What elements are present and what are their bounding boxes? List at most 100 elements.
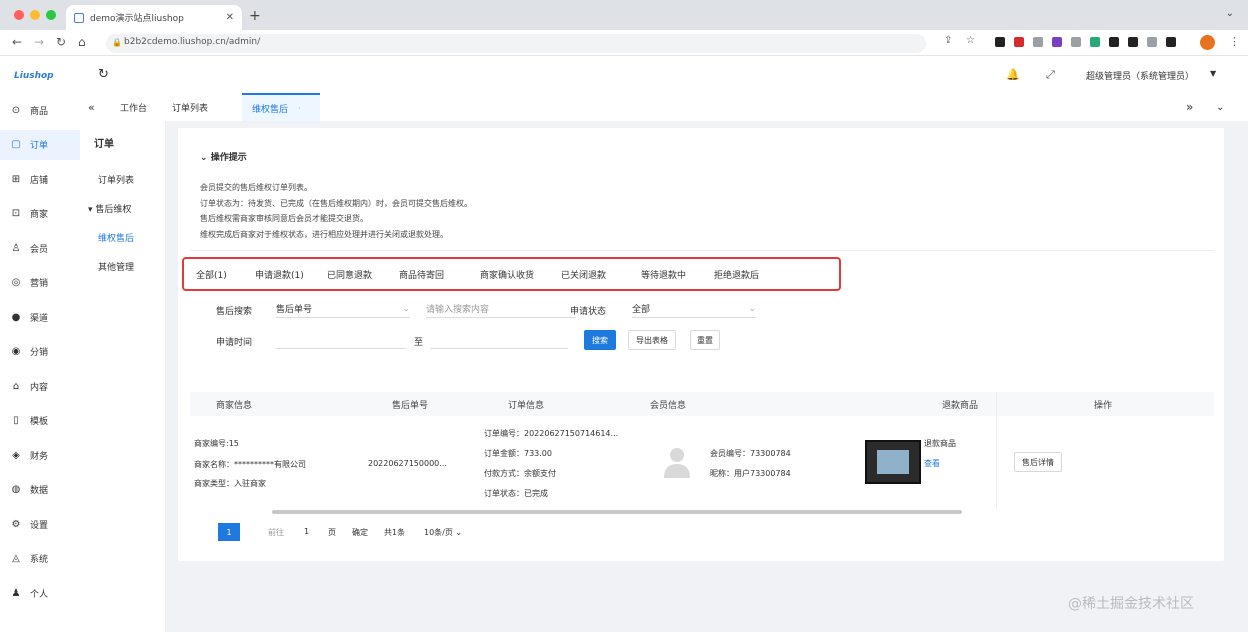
sidebar-item-merchant[interactable]: ⊡ 商家 — [0, 199, 80, 229]
search-type-select[interactable]: 售后单号 ⌄ — [276, 300, 410, 318]
sidebar-item-label: 商品 — [30, 106, 49, 117]
tab-workbench[interactable]: 工作台 — [120, 93, 147, 121]
status-select[interactable]: 全部 ⌄ — [632, 300, 756, 318]
status-label: 申请状态 — [570, 307, 607, 317]
user-menu[interactable]: 超级管理员（系统管理员） — [1086, 69, 1194, 82]
sidebar-item-order[interactable]: ▢ 订单 — [0, 129, 80, 160]
sidebar-item-content[interactable]: ⌂ 内容 — [0, 371, 80, 401]
search-type-value: 售后单号 — [276, 305, 313, 315]
tabs-menu-icon[interactable]: ⌄ — [1216, 93, 1224, 121]
tab-order-list[interactable]: 订单列表 — [172, 93, 208, 121]
person-icon: ♟ — [11, 587, 21, 599]
extension-icon[interactable] — [1147, 37, 1157, 47]
sidebar-item-marketing[interactable]: ◎ 营销 — [0, 268, 80, 298]
goods-view-link[interactable]: 查看 — [924, 458, 940, 469]
tab-search-icon[interactable]: ⌄ — [1226, 8, 1234, 19]
tab-after-sales[interactable]: 维权售后 · — [242, 93, 320, 121]
subnav-order-list[interactable]: 订单列表 — [98, 173, 134, 186]
profile-avatar[interactable] — [1200, 35, 1215, 50]
address-bar[interactable]: 🔒 b2b2cdemo.liushop.cn/admin/ — [106, 34, 926, 53]
goto-page-input[interactable]: 1 — [304, 527, 309, 536]
goods-name: 退款商品 — [924, 439, 956, 448]
sidebar-item-label: 分销 — [30, 348, 49, 358]
new-tab-button[interactable]: + — [249, 8, 261, 24]
status-tab[interactable]: 商家确认收货 — [480, 268, 534, 281]
goods-thumbnail[interactable] — [865, 440, 921, 484]
date-start-input[interactable] — [276, 331, 406, 349]
reset-button[interactable]: 重置 — [690, 330, 720, 350]
bookmark-star-icon[interactable]: ☆ — [966, 35, 975, 46]
fullscreen-icon[interactable]: ⤢ — [1046, 68, 1055, 82]
home-icon[interactable]: ⌂ — [78, 35, 86, 49]
extension-icon[interactable] — [1090, 37, 1100, 47]
subnav-after-sales[interactable]: 维权售后 — [98, 231, 134, 244]
caret-down-icon[interactable]: ▼ — [1210, 69, 1216, 78]
sidebar-item-finance[interactable]: ◈ 财务 — [0, 440, 80, 470]
status-tab[interactable]: 商品待寄回 — [399, 268, 444, 281]
member-nickname: 昵称：用户73300784 — [710, 469, 791, 478]
status-tab[interactable]: 全部(1) — [196, 268, 227, 281]
content-icon: ⌂ — [12, 380, 20, 392]
close-tab-small-icon[interactable]: · — [298, 104, 301, 113]
after-sales-detail-button[interactable]: 售后详情 — [1014, 452, 1062, 472]
refresh-icon[interactable]: ↻ — [98, 67, 109, 82]
sidebar-item-bag[interactable]: ⊙ 商品 — [0, 95, 80, 125]
url-text: b2b2cdemo.liushop.cn/admin/ — [124, 37, 261, 47]
status-tab[interactable]: 已关闭退款 — [561, 268, 606, 281]
sidebar-item-template[interactable]: ▯ 模板 — [0, 406, 80, 436]
browser-menu-icon[interactable]: ⋮ — [1229, 35, 1240, 48]
extension-icon[interactable] — [1071, 37, 1081, 47]
forward-icon[interactable]: → — [34, 35, 44, 49]
page-unit: 页 — [328, 528, 336, 537]
sidebar-item-data[interactable]: ◍ 数据 — [0, 475, 80, 505]
scroll-right-icon[interactable]: » — [1186, 93, 1193, 121]
goto-confirm-button[interactable]: 确定 — [352, 527, 368, 538]
sidebar-item-member[interactable]: ♙ 会员 — [0, 233, 80, 263]
extension-icon[interactable] — [995, 37, 1005, 47]
minimize-window-button[interactable] — [30, 10, 40, 20]
extension-icon[interactable] — [1014, 37, 1024, 47]
subnav-other[interactable]: 其他管理 — [98, 260, 134, 273]
search-input[interactable]: 请输入搜索内容 — [426, 300, 576, 318]
bell-icon[interactable]: 🔔 — [1006, 68, 1020, 81]
extension-icon[interactable] — [1033, 37, 1043, 47]
subnav-group-label: 售后维权 — [95, 205, 132, 215]
page-size-select[interactable]: 10条/页 ⌄ — [424, 527, 462, 538]
extension-icon[interactable] — [1166, 37, 1176, 47]
collapse-sidebar-icon[interactable]: « — [88, 93, 95, 121]
status-tab[interactable]: 已同意退款 — [327, 268, 372, 281]
subnav-group-after-sales[interactable]: ▾ 售后维权 — [88, 202, 131, 215]
goods-image — [877, 450, 909, 474]
browser-tab[interactable]: demo演示站点liushop ✕ — [66, 5, 242, 30]
maximize-window-button[interactable] — [46, 10, 56, 20]
sidebar-item-channel[interactable]: ● 渠道 — [0, 302, 80, 332]
sidebar-item-person[interactable]: ♟ 个人 — [0, 578, 80, 608]
browser-tab-title: demo演示站点liushop — [90, 14, 184, 24]
close-tab-icon[interactable]: ✕ — [226, 12, 234, 23]
extension-icon[interactable] — [1128, 37, 1138, 47]
page-current[interactable]: 1 — [218, 523, 240, 541]
sidebar-item-system[interactable]: ◬ 系统 — [0, 544, 80, 574]
dropdown-icon: ⌄ — [402, 303, 410, 314]
search-button[interactable]: 搜索 — [584, 330, 616, 350]
date-end-input[interactable] — [430, 331, 568, 349]
extension-icon[interactable] — [1052, 37, 1062, 47]
sidebar-item-distribution[interactable]: ◉ 分销 — [0, 337, 80, 367]
extension-icon[interactable] — [1109, 37, 1119, 47]
status-tab[interactable]: 拒绝退款后 — [714, 268, 759, 281]
sidebar-item-settings[interactable]: ⚙ 设置 — [0, 509, 80, 539]
export-button[interactable]: 导出表格 — [628, 330, 676, 350]
reload-icon[interactable]: ↻ — [56, 35, 66, 49]
horizontal-scrollbar[interactable] — [272, 510, 962, 514]
back-icon[interactable]: ← — [12, 35, 22, 49]
status-tab[interactable]: 申请退款(1) — [255, 268, 304, 281]
status-tab[interactable]: 等待退款中 — [641, 268, 686, 281]
favicon-icon — [74, 12, 84, 23]
template-icon: ▯ — [13, 415, 19, 426]
sidebar-item-shop[interactable]: ⊞ 店铺 — [0, 164, 80, 194]
close-window-button[interactable] — [14, 10, 24, 20]
tips-title[interactable]: ⌄ 操作提示 — [200, 150, 247, 163]
sub-navigation: 订单 订单列表 ▾ 售后维权 维权售后 其他管理 — [80, 121, 166, 632]
date-separator: 至 — [414, 338, 424, 348]
share-icon[interactable]: ⇪ — [944, 35, 952, 46]
